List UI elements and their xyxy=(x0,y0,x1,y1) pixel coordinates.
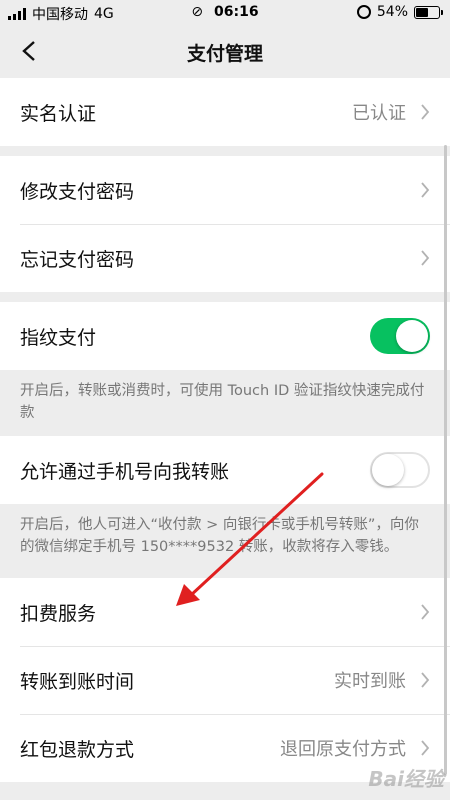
section-gap xyxy=(0,570,450,578)
battery-percent: 54% xyxy=(376,4,408,20)
row-phone-transfer: 允许通过手机号向我转账 xyxy=(0,436,450,504)
fingerprint-description: 开启后，转账或消费时，可使用 Touch ID 验证指纹快速完成付款 xyxy=(0,370,450,436)
row-change-password[interactable]: 修改支付密码 xyxy=(0,156,450,224)
row-forgot-password[interactable]: 忘记支付密码 xyxy=(0,224,450,292)
chevron-right-icon xyxy=(420,182,430,198)
page-title: 支付管理 xyxy=(186,43,263,65)
chevron-right-icon xyxy=(420,104,430,120)
row-label: 修改支付密码 xyxy=(20,180,135,203)
group-phone-transfer: 允许通过手机号向我转账 xyxy=(0,436,450,504)
row-fingerprint: 指纹支付 xyxy=(0,302,450,370)
row-label: 指纹支付 xyxy=(20,326,97,349)
fingerprint-toggle[interactable] xyxy=(370,318,430,354)
row-label: 实名认证 xyxy=(20,102,97,125)
watermark-logo: Bai经验 xyxy=(368,767,444,791)
row-realname[interactable]: 实名认证 已认证 xyxy=(0,78,450,146)
row-label: 忘记支付密码 xyxy=(20,248,135,271)
row-value: 已认证 xyxy=(352,103,406,124)
scrollbar[interactable] xyxy=(444,145,447,775)
row-label: 扣费服务 xyxy=(20,602,97,625)
status-time: 06:16 xyxy=(214,4,259,20)
chevron-right-icon xyxy=(420,250,430,266)
phone-transfer-toggle[interactable] xyxy=(370,452,430,488)
group-fingerprint: 指纹支付 xyxy=(0,302,450,370)
row-value: 退回原支付方式 xyxy=(280,739,406,760)
status-bar: 中国移动 4G ⊘ 06:16 54% xyxy=(0,0,450,26)
lock-rotation-icon xyxy=(356,5,371,19)
row-arrival-time[interactable]: 转账到账时间 实时到账 xyxy=(0,646,450,714)
battery-fill xyxy=(416,7,428,17)
row-deduction-service[interactable]: 扣费服务 xyxy=(0,578,450,646)
toggle-knob xyxy=(396,320,428,352)
chevron-right-icon xyxy=(420,604,430,620)
section-gap xyxy=(0,292,450,302)
chevron-right-icon xyxy=(420,672,430,688)
nav-bar: 支付管理 xyxy=(0,26,450,78)
row-label: 红包退款方式 xyxy=(20,738,135,761)
row-label: 允许通过手机号向我转账 xyxy=(20,460,230,483)
row-value: 实时到账 xyxy=(334,671,406,692)
group-password: 修改支付密码 忘记支付密码 xyxy=(0,156,450,292)
row-label: 转账到账时间 xyxy=(20,670,135,693)
phone-transfer-description: 开启后，他人可进入“收付款 > 向银行卡或手机号转账”，向你的微信绑定手机号 1… xyxy=(0,504,450,570)
section-gap xyxy=(0,146,450,156)
group-services: 扣费服务 转账到账时间 实时到账 红包退款方式 退回原支付方式 xyxy=(0,578,450,782)
group-realname: 实名认证 已认证 xyxy=(0,78,450,146)
chevron-right-icon xyxy=(420,740,430,756)
battery-icon xyxy=(414,5,443,19)
status-right: 54% xyxy=(356,4,443,20)
toggle-knob xyxy=(372,454,404,486)
link-icon: ⊘ xyxy=(191,4,204,20)
